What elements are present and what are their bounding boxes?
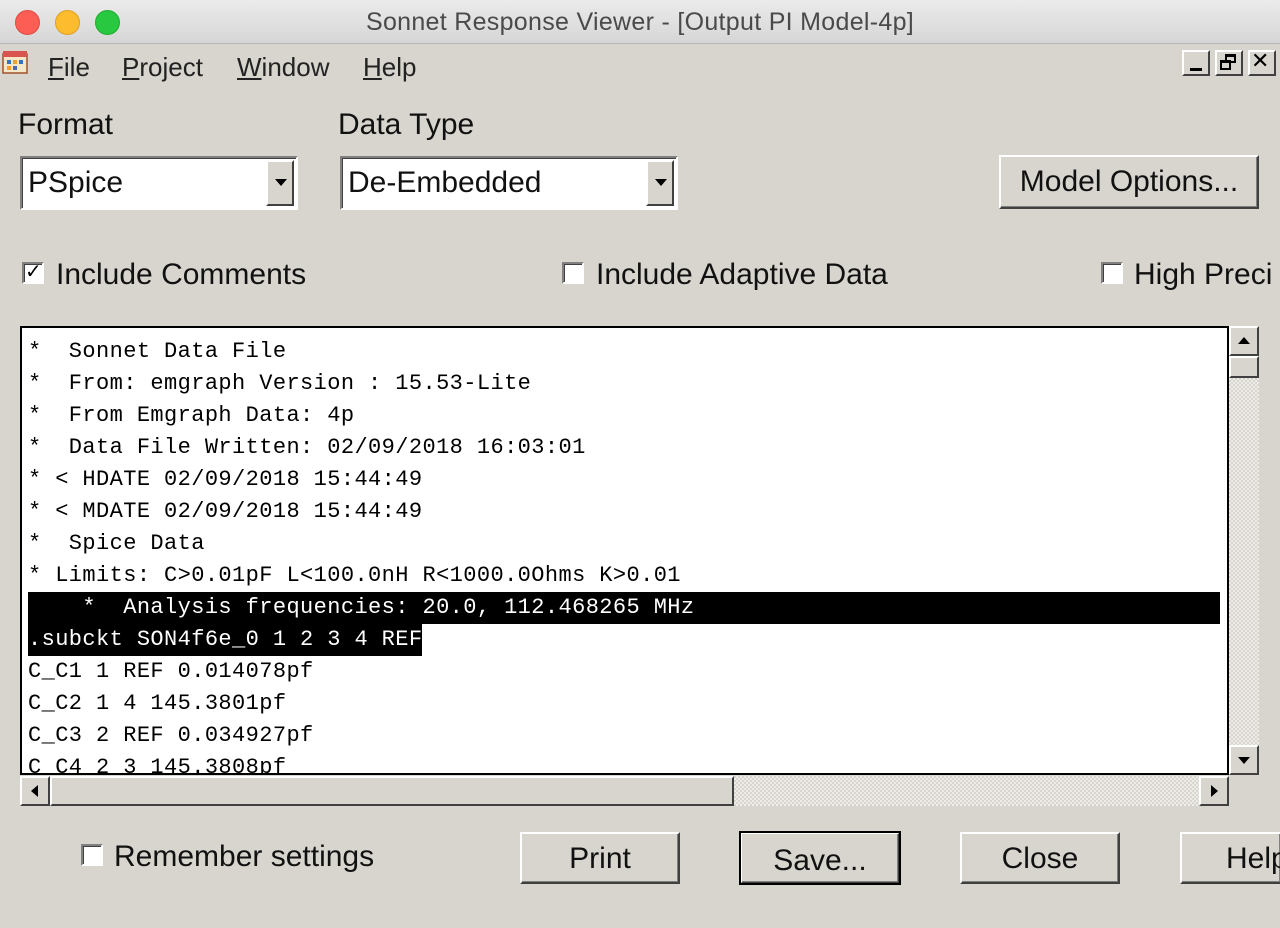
output-line: * Data File Written: 02/09/2018 16:03:01	[28, 435, 586, 460]
data-type-value: De-Embedded	[348, 166, 542, 199]
include-adaptive-checkbox[interactable]	[562, 262, 584, 284]
title-bar: Sonnet Response Viewer - [Output PI Mode…	[0, 0, 1280, 44]
output-line: * From: emgraph Version : 15.53-Lite	[28, 371, 532, 396]
model-options-button[interactable]: Model Options...	[999, 155, 1259, 209]
chevron-down-icon[interactable]	[266, 160, 294, 206]
output-line-selected: .subckt SON4f6e_0 1 2 3 4 REF	[28, 624, 423, 656]
menu-file[interactable]: File	[48, 52, 90, 83]
include-comments-label[interactable]: Include Comments	[56, 258, 306, 292]
data-type-select[interactable]: De-Embedded	[340, 156, 678, 210]
minimize-icon[interactable]	[1182, 50, 1210, 76]
output-line: * Spice Data	[28, 531, 205, 556]
menu-project[interactable]: Project	[122, 52, 203, 83]
output-line: C_C3 2 REF 0.034927pf	[28, 723, 314, 748]
help-button[interactable]: Help	[1180, 832, 1280, 884]
include-adaptive-label[interactable]: Include Adaptive Data	[596, 258, 888, 292]
output-text-view[interactable]: * Sonnet Data File * From: emgraph Versi…	[20, 326, 1229, 775]
output-line: * < MDATE 02/09/2018 15:44:49	[28, 499, 423, 524]
horizontal-scrollbar[interactable]	[20, 776, 1229, 806]
window-title: Sonnet Response Viewer - [Output PI Mode…	[365, 8, 915, 36]
scroll-left-icon[interactable]	[20, 776, 50, 806]
high-precision-checkbox[interactable]	[1101, 262, 1123, 284]
menu-help[interactable]: Help	[363, 52, 416, 83]
data-type-label: Data Type	[338, 108, 475, 141]
output-line: * Limits: C>0.01pF L<100.0nH R<1000.0Ohm…	[28, 563, 681, 588]
vertical-scroll-thumb[interactable]	[1229, 356, 1259, 378]
horizontal-scroll-thumb[interactable]	[50, 776, 734, 806]
output-line: C_C1 1 REF 0.014078pf	[28, 659, 314, 684]
remember-settings-label[interactable]: Remember settings	[114, 840, 374, 874]
close-button[interactable]: Close	[960, 832, 1120, 884]
output-line: * < HDATE 02/09/2018 15:44:49	[28, 467, 423, 492]
chevron-down-icon[interactable]	[646, 160, 674, 206]
include-comments-checkbox[interactable]: ✓	[22, 261, 44, 284]
output-line: * Sonnet Data File	[28, 339, 287, 364]
scroll-down-icon[interactable]	[1229, 745, 1259, 775]
print-button[interactable]: Print	[520, 832, 680, 884]
close-icon[interactable]: ✕	[1248, 48, 1276, 76]
format-select[interactable]: PSpice	[20, 156, 298, 210]
checkmark-icon: ✓	[25, 261, 42, 283]
scroll-right-icon[interactable]	[1199, 776, 1229, 806]
output-line: C_C2 1 4 145.3801pf	[28, 691, 287, 716]
menu-window[interactable]: Window	[237, 52, 329, 83]
restore-icon[interactable]	[1215, 50, 1243, 76]
output-line-selected: * Analysis frequencies: 20.0, 112.468265…	[28, 592, 1220, 624]
scroll-up-icon[interactable]	[1229, 326, 1259, 356]
output-line: C_C4 2 3 145.3808pf	[28, 755, 287, 775]
high-precision-label[interactable]: High Preci	[1134, 258, 1272, 292]
format-label: Format	[18, 108, 114, 141]
remember-settings-checkbox[interactable]	[81, 844, 103, 866]
format-value: PSpice	[28, 166, 124, 199]
save-button[interactable]: Save...	[739, 831, 901, 885]
sonnet-app-icon[interactable]	[2, 50, 28, 74]
vertical-scrollbar[interactable]	[1229, 326, 1259, 775]
output-line: * From Emgraph Data: 4p	[28, 403, 355, 428]
